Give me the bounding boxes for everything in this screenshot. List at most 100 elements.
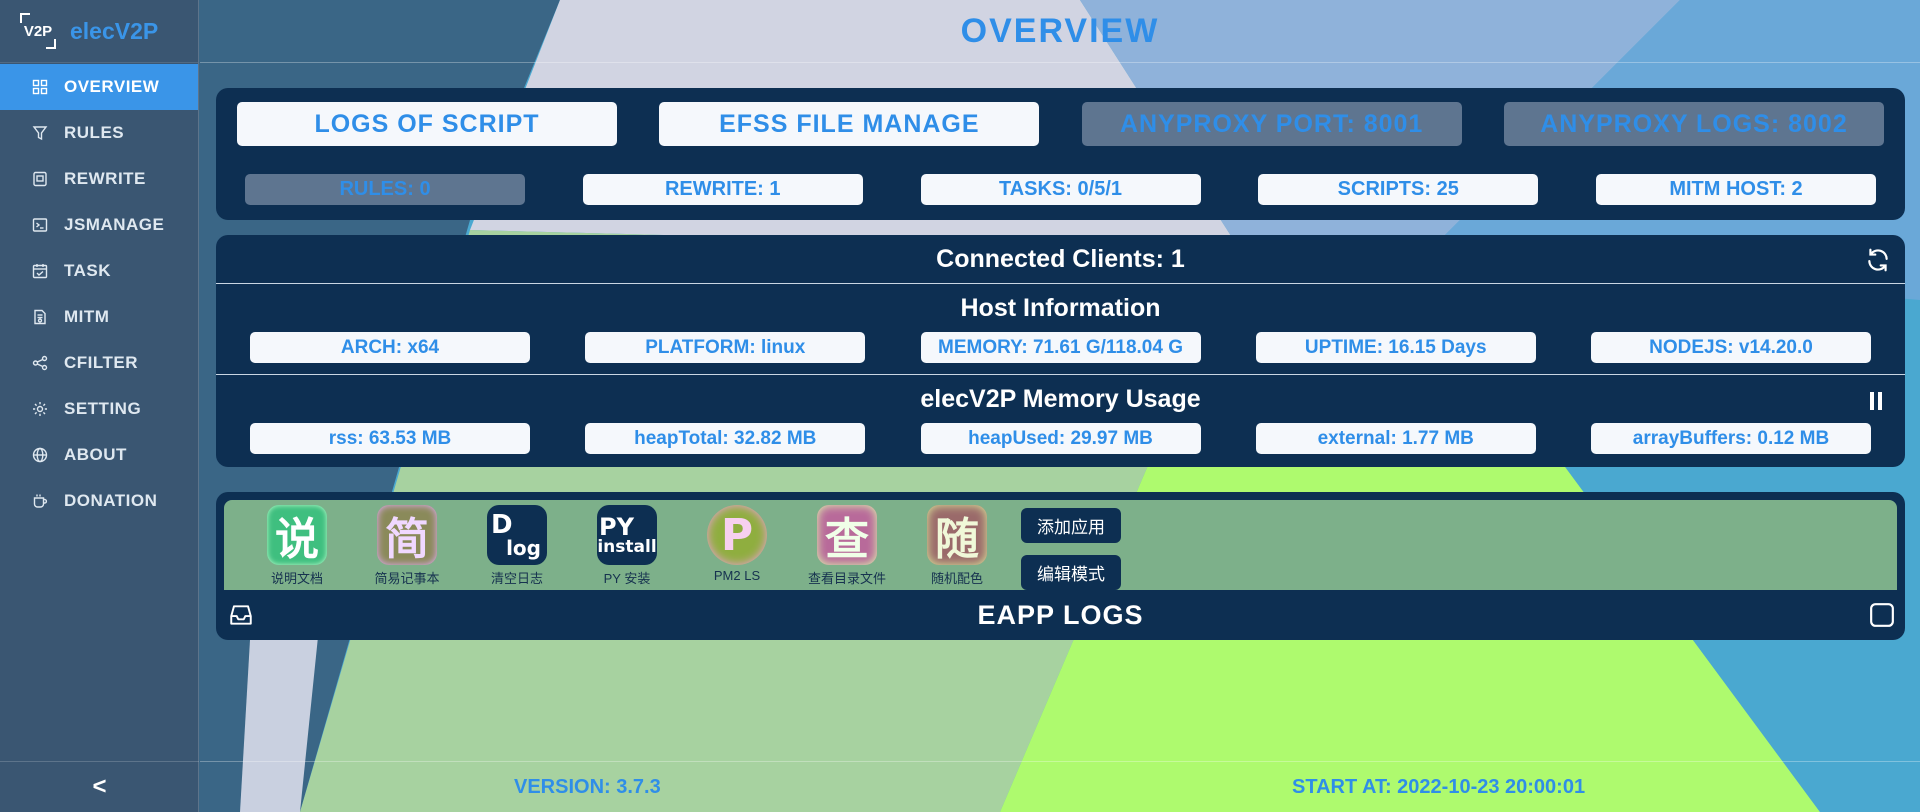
scripts-stat-button[interactable]: SCRIPTS: 25 (1258, 174, 1539, 205)
notepad-app-icon: 简 (377, 505, 437, 565)
app-readme[interactable]: 说 说明文档 (247, 505, 347, 587)
brand-name: elecV2P (70, 17, 159, 44)
connected-clients-header: Connected Clients: 1 (216, 235, 1905, 284)
py-install-app-icon: PY install (597, 505, 657, 565)
memory-usage-title: elecV2P Memory Usage (920, 385, 1201, 413)
logs-of-script-button[interactable]: LOGS OF SCRIPT (237, 102, 617, 146)
sidebar-item-label: SETTING (64, 399, 142, 418)
inbox-icon[interactable] (228, 602, 254, 628)
rules-stat-button[interactable]: RULES: 0 (245, 174, 525, 205)
sidebar-item-label: CFILTER (64, 353, 139, 372)
mitm-host-stat-button[interactable]: MITM HOST: 2 (1596, 174, 1876, 205)
efss-file-manage-button[interactable]: EFSS FILE MANAGE (659, 102, 1040, 146)
calendar-icon (32, 263, 48, 279)
main-content: OVERVIEW LOGS OF SCRIPT EFSS FILE MANAGE… (200, 0, 1920, 812)
sidebar-item-setting[interactable]: SETTING (0, 386, 198, 432)
eapp-list: 说 说明文档 简 简易记事本 D log 清空日志 PY install PY … (224, 500, 1897, 590)
refresh-icon[interactable] (1865, 247, 1891, 273)
app-label: 随机配色 (930, 571, 983, 586)
rewrite-stat-button[interactable]: REWRITE: 1 (582, 174, 863, 205)
anyproxy-logs-button[interactable]: ANYPROXY LOGS: 8002 (1503, 102, 1884, 146)
anyproxy-port-button[interactable]: ANYPROXY PORT: 8001 (1081, 102, 1462, 146)
clear-log-app-icon: D log (487, 505, 547, 565)
page-title: OVERVIEW (200, 0, 1920, 63)
platform-pill: PLATFORM: linux (585, 332, 866, 363)
footer: VERSION: 3.7.3 START AT: 2022-10-23 20:0… (200, 761, 1920, 812)
uptime-pill: UPTIME: 16.15 Days (1255, 332, 1536, 363)
app-clear-log[interactable]: D log 清空日志 (467, 505, 567, 587)
sidebar-item-label: ABOUT (64, 445, 127, 464)
app-label: 查看目录文件 (807, 571, 886, 586)
grid-icon (32, 79, 48, 95)
checkbox-icon[interactable] (1869, 602, 1895, 628)
gear-icon (32, 401, 48, 417)
sidebar-item-donation[interactable]: DONATION (0, 478, 198, 524)
certificate-icon (32, 309, 48, 325)
app-notepad[interactable]: 简 简易记事本 (357, 505, 457, 587)
memory-usage-section: elecV2P Memory Usage rss: 63.53 MB heapT… (216, 375, 1905, 466)
heap-total-pill: heapTotal: 32.82 MB (585, 423, 866, 454)
memory-pill: MEMORY: 71.61 G/118.04 G (920, 332, 1201, 363)
pm2-app-icon: P (707, 505, 767, 565)
directory-app-icon: 查 (817, 505, 877, 565)
edit-mode-button[interactable]: 编辑模式 (1021, 555, 1121, 590)
py-install-glyph-top: PY (599, 512, 634, 541)
sidebar-item-mitm[interactable]: MITM (0, 294, 198, 340)
sidebar-item-label: DONATION (64, 491, 158, 510)
tasks-stat-button[interactable]: TASKS: 0/5/1 (920, 174, 1201, 205)
brand[interactable]: V2P elecV2P (0, 0, 198, 63)
filter-icon (32, 125, 48, 141)
app-label: 清空日志 (490, 571, 543, 586)
cup-icon (32, 493, 48, 509)
app-py-install[interactable]: PY install PY 安装 (577, 505, 677, 587)
nodejs-pill: NODEJS: v14.20.0 (1591, 332, 1871, 363)
version-label: VERSION: 3.7.3 (514, 776, 661, 798)
app-pm2-ls[interactable]: P PM2 LS (687, 505, 787, 583)
sidebar-item-task[interactable]: TASK (0, 248, 198, 294)
heap-used-pill: heapUsed: 29.97 MB (920, 423, 1201, 454)
app-label: 说明文档 (270, 571, 323, 586)
sidebar-nav: OVERVIEW RULES REWRITE JSMANAGE TASK MIT… (0, 64, 198, 524)
info-panel: Connected Clients: 1 Host Information AR… (216, 235, 1905, 467)
brand-logo: V2P (20, 13, 56, 49)
app-label: PY 安装 (603, 571, 651, 586)
clear-log-glyph-bottom: log (506, 536, 541, 560)
array-buffers-pill: arrayBuffers: 0.12 MB (1591, 423, 1871, 454)
pause-icon[interactable] (1869, 391, 1883, 411)
eapp-panel: 说 说明文档 简 简易记事本 D log 清空日志 PY install PY … (216, 492, 1905, 640)
sidebar-item-jsmanage[interactable]: JSMANAGE (0, 202, 198, 248)
random-color-app-icon: 随 (927, 505, 987, 565)
app-label: PM2 LS (713, 568, 761, 583)
top-button-row: LOGS OF SCRIPT EFSS FILE MANAGE ANYPROXY… (237, 102, 1884, 146)
host-information-section: Host Information ARCH: x64 PLATFORM: lin… (216, 284, 1905, 375)
eapp-logs-title: EAPP LOGS (977, 599, 1144, 630)
stats-row: RULES: 0 REWRITE: 1 TASKS: 0/5/1 SCRIPTS… (245, 174, 1876, 205)
external-pill: external: 1.77 MB (1255, 423, 1536, 454)
share-icon (32, 355, 48, 371)
doc-app-icon: 说 (267, 505, 327, 565)
connected-clients-title: Connected Clients: 1 (936, 244, 1185, 273)
sidebar-item-label: MITM (64, 307, 110, 326)
app-random-color[interactable]: 随 随机配色 (907, 505, 1007, 587)
sidebar-item-cfilter[interactable]: CFILTER (0, 340, 198, 386)
host-information-title: Host Information (960, 294, 1161, 322)
start-time-label: START AT: 2022-10-23 20:00:01 (1292, 776, 1586, 798)
sidebar-item-rewrite[interactable]: REWRITE (0, 156, 198, 202)
sidebar-item-label: TASK (64, 261, 112, 280)
clear-log-glyph-top: D (491, 510, 513, 540)
sidebar-collapse-button[interactable]: < (0, 761, 199, 812)
host-info-row: ARCH: x64 PLATFORM: linux MEMORY: 71.61 … (250, 332, 1871, 363)
sidebar-item-overview[interactable]: OVERVIEW (0, 64, 198, 110)
app-view-directory[interactable]: 查 查看目录文件 (797, 505, 897, 587)
sidebar-item-label: RULES (64, 123, 125, 142)
rss-pill: rss: 63.53 MB (250, 423, 530, 454)
eapp-logs-bar: EAPP LOGS (216, 590, 1905, 640)
sidebar-item-rules[interactable]: RULES (0, 110, 198, 156)
sidebar-item-label: OVERVIEW (64, 77, 160, 96)
overview-panel: LOGS OF SCRIPT EFSS FILE MANAGE ANYPROXY… (216, 88, 1905, 220)
arch-pill: ARCH: x64 (250, 332, 530, 363)
sidebar-item-about[interactable]: ABOUT (0, 432, 198, 478)
app-label: 简易记事本 (374, 571, 440, 586)
add-app-button[interactable]: 添加应用 (1021, 508, 1121, 543)
sidebar: V2P elecV2P OVERVIEW RULES REWRITE JSMAN… (0, 0, 199, 812)
